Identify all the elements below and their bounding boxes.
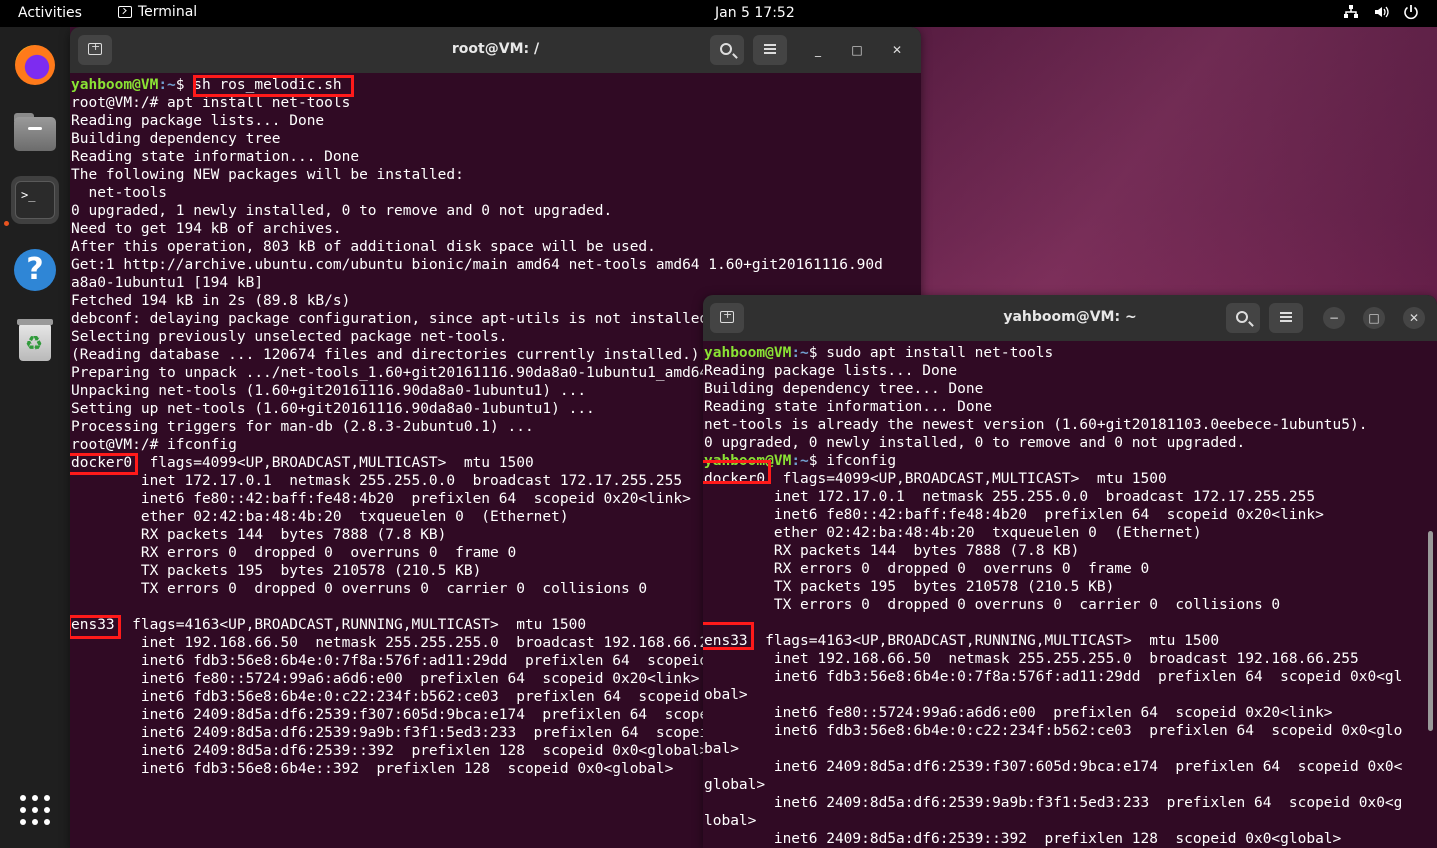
search-button[interactable]	[710, 35, 744, 65]
window-title: root@VM: /	[451, 41, 540, 57]
terminal-output[interactable]: yahboom@VM:~$ sudo apt install net-tools…	[703, 341, 1437, 848]
terminal-window-yahboom[interactable]: yahboom@VM: ~ − □ ✕ yahboom@VM:~$ sudo a…	[703, 295, 1437, 848]
output-lines: Reading package lists... Done Building d…	[704, 363, 1368, 451]
menu-button[interactable]	[1269, 303, 1303, 333]
scrollbar[interactable]	[1428, 531, 1433, 731]
highlight-ens33	[703, 622, 754, 650]
dock-terminal[interactable]: >_	[11, 176, 59, 224]
search-icon	[720, 43, 732, 55]
network-icon	[1343, 4, 1359, 20]
dock-help[interactable]: ?	[11, 246, 59, 294]
clock[interactable]: Jan 5 17:52	[715, 5, 795, 21]
running-indicator	[4, 221, 9, 226]
dock-files[interactable]	[11, 109, 59, 157]
search-button[interactable]	[1226, 303, 1260, 333]
titlebar[interactable]: yahboom@VM: ~ − □ ✕	[703, 295, 1437, 341]
titlebar[interactable]: root@VM: / _ □ ✕	[70, 27, 921, 73]
terminal-icon	[118, 6, 132, 18]
firefox-icon	[15, 45, 55, 85]
dock-trash[interactable]: ♻	[11, 317, 59, 365]
highlight-docker0	[70, 453, 138, 475]
top-bar: Activities Terminal Jan 5 17:52	[0, 0, 1437, 27]
show-apps-grid-icon[interactable]	[20, 795, 50, 825]
maximize-button[interactable]: □	[1363, 307, 1385, 329]
system-status-area[interactable]	[1343, 4, 1419, 20]
power-icon	[1403, 4, 1419, 20]
app-menu-label: Terminal	[138, 4, 198, 20]
menu-icon	[1280, 312, 1292, 322]
app-menu-terminal[interactable]: Terminal	[118, 4, 197, 20]
maximize-button[interactable]: □	[846, 39, 868, 61]
highlight-ens33	[70, 615, 121, 639]
highlight-docker0	[703, 460, 771, 484]
output-lines: docker0: flags=4099<UP,BROADCAST,MULTICA…	[704, 471, 1403, 847]
menu-button[interactable]	[753, 35, 787, 65]
menu-icon	[764, 44, 776, 54]
highlight-command	[193, 75, 354, 97]
close-button[interactable]: ✕	[1403, 307, 1425, 329]
dock-firefox[interactable]	[11, 41, 59, 89]
volume-icon	[1373, 4, 1389, 20]
command-text: ifconfig	[826, 453, 897, 469]
search-icon	[1236, 311, 1248, 323]
dock: >_ ? ♻	[0, 27, 70, 848]
minimize-button[interactable]: −	[1323, 307, 1345, 329]
command-text: sudo apt install net-tools	[826, 345, 1054, 361]
help-icon: ?	[14, 249, 56, 291]
close-button[interactable]: ✕	[886, 39, 908, 61]
minimize-button[interactable]: _	[807, 39, 829, 61]
terminal-text: yahboom@VM:~$ sudo apt install net-tools…	[704, 345, 1403, 847]
activities-button[interactable]: Activities	[18, 5, 82, 21]
